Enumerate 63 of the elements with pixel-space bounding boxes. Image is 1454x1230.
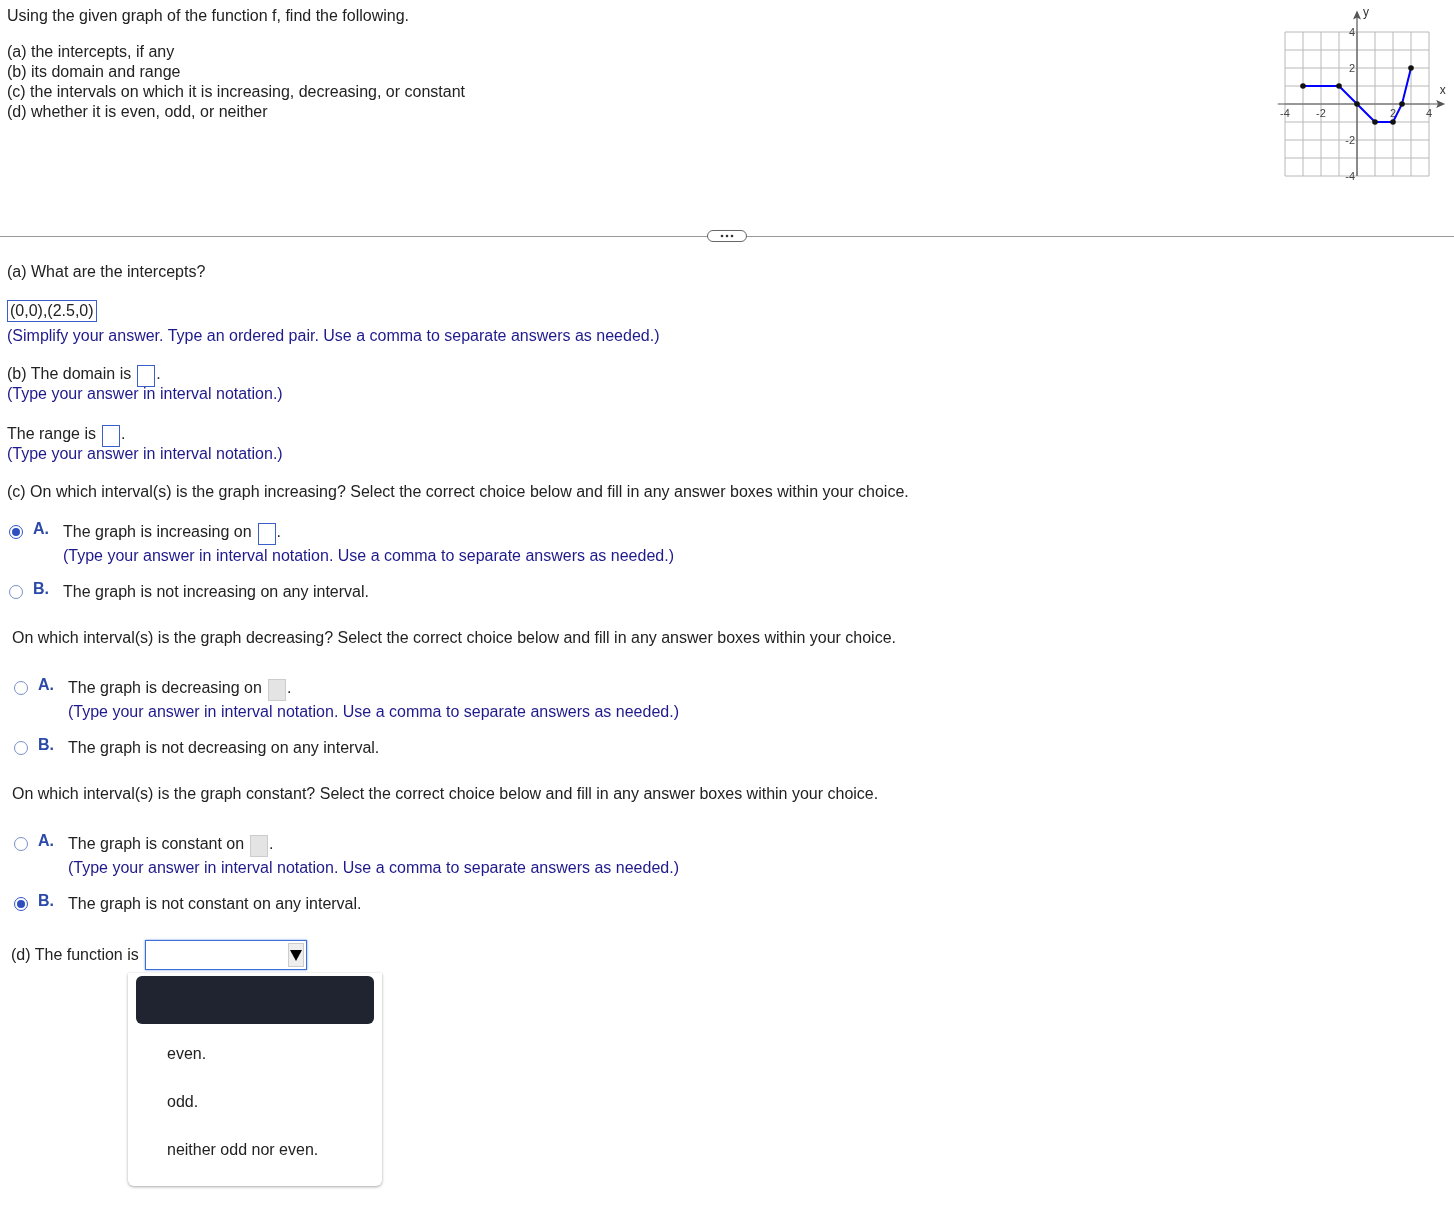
- choice-letter: A.: [33, 519, 50, 539]
- data-point: [1408, 65, 1414, 71]
- dropdown-option[interactable]: even.: [136, 1030, 374, 1078]
- choice-letter: B.: [38, 735, 55, 755]
- question-text: On which interval(s) is the graph decreasing? Select the correct choice below and fill in any answer boxes within your choice.: [12, 628, 897, 648]
- choice-text: The graph is not constant on any interval.: [68, 894, 362, 914]
- answer-field[interactable]: [101, 425, 120, 447]
- choice-text: The graph is not increasing on any interval.: [63, 582, 369, 602]
- task-item: (c) the intervals on which it is increasing, decreasing, or constant: [7, 82, 465, 102]
- choice-letter: B.: [33, 579, 50, 599]
- caret-icon: [289, 949, 302, 961]
- task-item: (b) its domain and range: [7, 62, 182, 82]
- dropdown-option[interactable]: odd.: [136, 1078, 374, 1126]
- choice-text: The graph is constant on: [68, 834, 245, 854]
- hint-text: (Type your answer in interval notation.): [7, 444, 284, 464]
- more-icon: [719, 234, 735, 238]
- hint-text: (Type your answer in interval notation. Use a comma to separate answers as needed.): [68, 702, 679, 722]
- tick-label: 4: [1348, 26, 1355, 38]
- tick-label: -2: [1345, 134, 1355, 146]
- period-text: .: [269, 834, 274, 854]
- choice-text: The graph is increasing on: [63, 522, 252, 542]
- hint-text: (Simplify your answer. Type an ordered pair. Use a comma to separate answers as needed.): [7, 326, 661, 346]
- choice-text: The graph is decreasing on: [68, 678, 262, 698]
- answer-field[interactable]: [137, 365, 156, 387]
- axis-label: y: [1363, 4, 1369, 19]
- data-point: [1372, 119, 1378, 125]
- choice-letter: A.: [38, 675, 55, 695]
- question-text: (b) The domain is: [7, 364, 132, 384]
- dropdown[interactable]: [144, 940, 307, 970]
- task-item: (a) the intercepts, if any: [7, 42, 176, 62]
- data-point: [1399, 101, 1405, 107]
- question-text: The range is: [7, 424, 96, 444]
- data-point: [1354, 101, 1360, 107]
- choice-letter: A.: [38, 831, 55, 851]
- period-text: .: [156, 364, 161, 384]
- answer-field[interactable]: [257, 523, 276, 545]
- dropdown-option[interactable]: neither odd nor even.: [136, 1126, 374, 1174]
- hint-text: (Type your answer in interval notation. Use a comma to separate answers as needed.): [68, 858, 679, 878]
- tick-label: -4: [1345, 170, 1355, 182]
- question-text: (c) On which interval(s) is the graph increasing? Select the correct choice below and fill in any answer boxes within your choice.: [7, 482, 910, 502]
- period-text: .: [276, 522, 281, 542]
- question-text: (d) The function is: [11, 945, 139, 965]
- data-point: [1390, 119, 1396, 125]
- task-item: (d) whether it is even, odd, or neither: [7, 102, 269, 122]
- tick-label: 2: [1348, 62, 1355, 74]
- period-text: .: [120, 424, 126, 444]
- choice-text: The graph is not decreasing on any interval.: [68, 738, 380, 758]
- choice-letter: B.: [38, 891, 55, 911]
- hint-text: (Type your answer in interval notation.): [7, 384, 284, 404]
- hint-text: (Type your answer in interval notation. Use a comma to separate answers as needed.): [63, 546, 674, 566]
- question-text: (a) What are the intercepts?: [7, 262, 207, 282]
- expand-handle[interactable]: [707, 230, 747, 242]
- answer-field[interactable]: (0,0),(2.5,0): [7, 300, 97, 322]
- question-text: On which interval(s) is the graph constant? Select the correct choice below and fill in any answer boxes within your choice.: [12, 784, 880, 804]
- tick-label: 4: [1425, 107, 1433, 119]
- data-point: [1300, 83, 1306, 89]
- tick-label: -4: [1280, 107, 1290, 119]
- tick-label: 2: [1389, 107, 1397, 119]
- axis-label: x: [1439, 83, 1446, 97]
- problem-statement: Using the given graph of the function f, find the following.: [7, 6, 411, 26]
- data-point: [1336, 83, 1342, 89]
- tick-label: -2: [1316, 107, 1326, 119]
- period-text: .: [286, 678, 292, 698]
